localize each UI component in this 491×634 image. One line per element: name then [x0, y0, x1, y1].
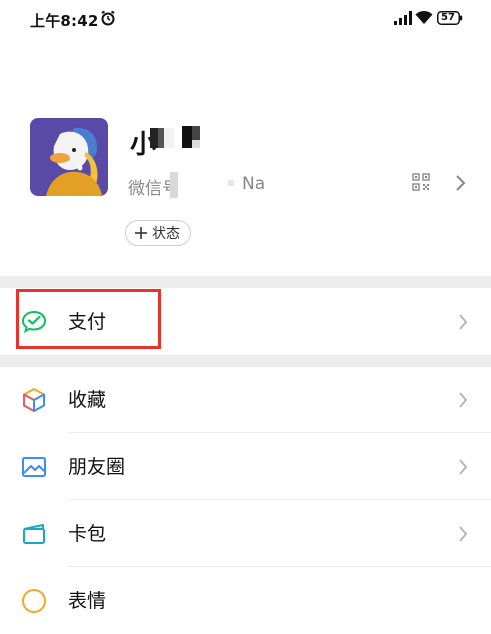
nickname-pixelation	[150, 126, 200, 148]
status-button-label: 状态	[152, 226, 180, 242]
section-divider	[0, 276, 491, 288]
avatar[interactable]	[30, 118, 108, 196]
section-divider	[0, 355, 491, 367]
plus-icon	[135, 227, 147, 239]
chevron-right-icon	[459, 526, 468, 542]
card-wallet-icon	[23, 524, 45, 544]
status-time: 上午8:42	[30, 12, 99, 30]
annotation-highlight-box	[16, 289, 161, 349]
chevron-right-icon	[459, 392, 468, 408]
status-button[interactable]: 状态	[125, 220, 191, 246]
wifi-icon	[415, 10, 433, 24]
menu-label-cards: 卡包	[68, 523, 107, 545]
qr-code-icon[interactable]	[412, 173, 430, 191]
moments-image-icon	[22, 457, 46, 477]
menu-label-favorites: 收藏	[68, 389, 107, 411]
emoji-icon	[22, 589, 46, 613]
menu-item-stickers[interactable]: 表情	[0, 568, 491, 634]
menu-label-moments: 朋友圈	[68, 456, 126, 478]
menu-item-cards[interactable]: 卡包	[0, 501, 491, 567]
chevron-right-icon	[459, 459, 468, 475]
menu-item-moments[interactable]: 朋友圈	[0, 434, 491, 500]
wechat-id-pixelation	[170, 172, 242, 198]
chevron-right-icon[interactable]	[455, 174, 467, 192]
favorites-cube-icon	[23, 388, 45, 412]
battery-level: 57	[441, 12, 455, 23]
row-divider	[68, 499, 491, 500]
menu-item-favorites[interactable]: 收藏	[0, 367, 491, 433]
wechat-id-suffix: Na	[242, 174, 266, 194]
chevron-right-icon	[459, 314, 468, 330]
menu-label-stickers: 表情	[68, 590, 107, 612]
profile-header[interactable]: 小 微信号 Na 状态	[0, 40, 491, 276]
row-divider	[68, 432, 491, 433]
status-bar: 上午8:42 57	[0, 0, 491, 40]
row-divider	[68, 566, 491, 567]
alarm-clock-icon	[101, 10, 115, 26]
cell-signal-icon	[394, 11, 412, 25]
